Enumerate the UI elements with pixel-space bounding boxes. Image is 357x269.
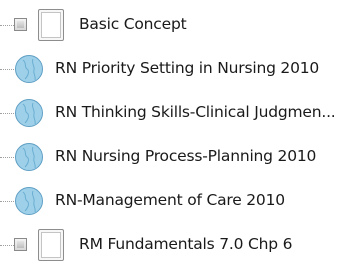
tree-connector	[0, 157, 14, 158]
globe-icon	[15, 143, 43, 171]
document-icon	[38, 9, 64, 41]
tree-item-label: RM Fundamentals 7.0 Chp 6	[79, 235, 293, 253]
tree-connector	[0, 201, 14, 202]
tree-item-label: Basic Concept	[79, 15, 187, 33]
globe-icon	[15, 55, 43, 83]
tree-item-rn-nursing-process[interactable]: RN Nursing Process-Planning 2010	[0, 135, 357, 179]
tree-connector	[0, 245, 14, 246]
tree-item-rn-management-of-care[interactable]: RN-Management of Care 2010	[0, 179, 357, 223]
tree-connector	[0, 113, 14, 114]
tree-item-basic-concept[interactable]: Basic Concept	[0, 3, 357, 47]
globe-icon	[15, 187, 43, 215]
tree-item-checkbox[interactable]	[14, 18, 27, 31]
tree-item-rn-thinking-skills[interactable]: RN Thinking Skills-Clinical Judgmen...	[0, 91, 357, 135]
tree-item-rn-priority-setting[interactable]: RN Priority Setting in Nursing 2010	[0, 47, 357, 91]
tree-item-checkbox[interactable]	[14, 238, 27, 251]
globe-icon	[15, 99, 43, 127]
tree-item-label: RN Thinking Skills-Clinical Judgmen...	[55, 103, 336, 121]
document-icon	[38, 229, 64, 261]
tree-item-label: RN Nursing Process-Planning 2010	[55, 147, 317, 165]
tree-item-rm-fundamentals[interactable]: RM Fundamentals 7.0 Chp 6	[0, 223, 357, 267]
tree-connector	[0, 69, 14, 70]
tree-item-label: RN Priority Setting in Nursing 2010	[55, 59, 320, 77]
content-tree: Basic Concept RN Priority Setting in Nur…	[0, 0, 357, 269]
tree-item-label: RN-Management of Care 2010	[55, 191, 285, 209]
tree-connector	[0, 25, 14, 26]
